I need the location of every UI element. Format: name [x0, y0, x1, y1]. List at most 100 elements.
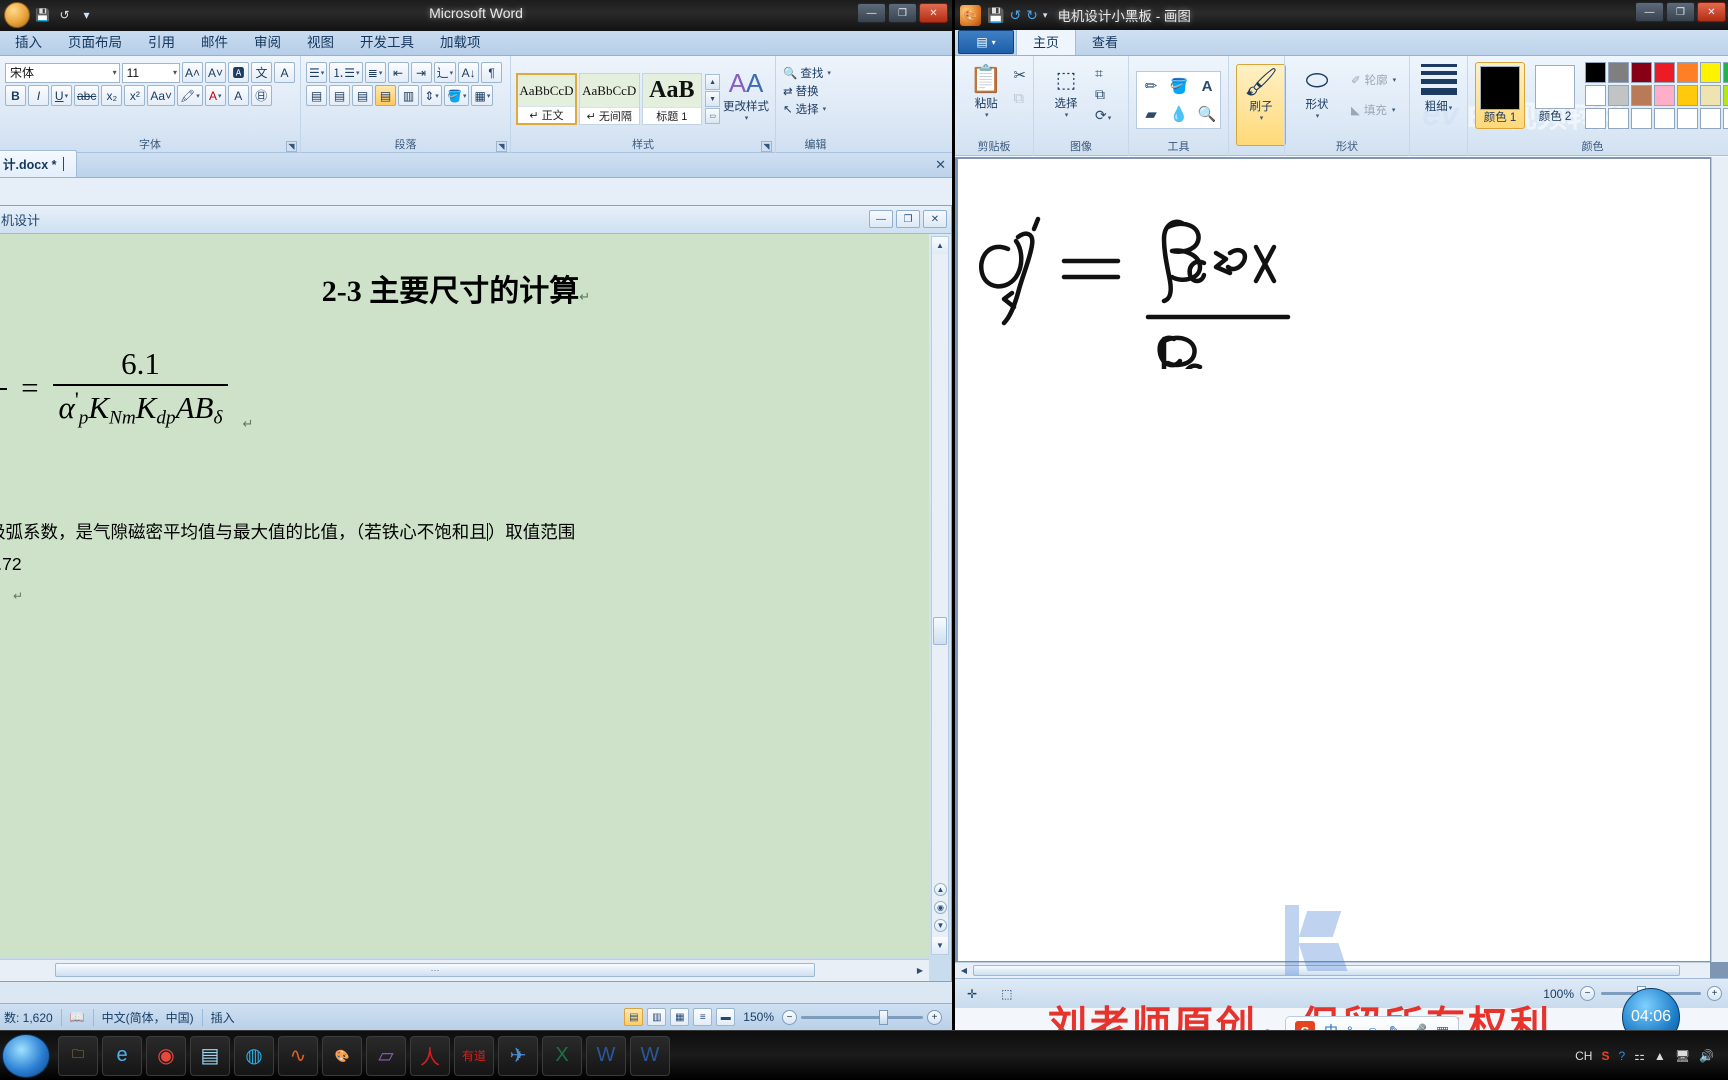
vertical-scroll-thumb[interactable]	[933, 617, 947, 645]
insert-mode-status[interactable]: 插入	[211, 1009, 235, 1026]
palette-swatch-2-4[interactable]	[1677, 108, 1698, 129]
font-size-combo[interactable]: 11 ▾	[121, 62, 180, 83]
tab-references[interactable]: 引用	[135, 28, 188, 55]
paint-canvas-area[interactable]: ◀	[955, 157, 1728, 978]
tools-grid[interactable]: ✏ 🪣 A ▰ 💧 🔍	[1136, 71, 1221, 129]
previous-page-icon[interactable]: ▲	[934, 883, 947, 896]
paste-button[interactable]: 📋 粘贴 ▾	[962, 62, 1010, 119]
paragraph-dialog-launcher[interactable]: ◥	[496, 141, 507, 152]
foxmail-icon[interactable]: ✈	[498, 1035, 538, 1076]
paint-quick-access-toolbar[interactable]: 💾 ↺ ↻ ▾	[987, 7, 1047, 24]
palette-swatch-0-2[interactable]	[1631, 62, 1652, 83]
scroll-left-icon[interactable]: ◀	[955, 963, 973, 978]
view-draft[interactable]: ▬	[716, 1008, 736, 1026]
matlab-icon[interactable]: ∿	[278, 1035, 318, 1076]
youdao-icon[interactable]: 有道	[454, 1035, 494, 1076]
taskbar-items[interactable]: 🗀 e ◉ ▤ ◍ ∿ 🎨 ▱ 人有道 ✈ X W W	[58, 1035, 670, 1076]
scroll-right-icon[interactable]: ▶	[911, 960, 929, 981]
document-paragraph[interactable]: 计算极弧系数，是气隙磁密平均值与最大值的比值，（若铁心不饱和且）取值范围 .64…	[0, 516, 783, 612]
borders-icon[interactable]: ▦ ▾	[471, 85, 494, 106]
palette-swatch-0-5[interactable]	[1700, 62, 1721, 83]
chevron-down-icon[interactable]: ▾	[1316, 112, 1320, 120]
justify-icon[interactable]: ▤	[375, 85, 396, 106]
chrome-icon[interactable]: ◉	[146, 1035, 186, 1076]
palette-swatch-2-0[interactable]	[1585, 108, 1606, 129]
close-button[interactable]: ✕	[923, 210, 947, 228]
redo-icon[interactable]: ↻	[1026, 7, 1038, 24]
style-heading-1[interactable]: AaB 标题 1	[641, 73, 703, 125]
folder-icon[interactable]: 🗀	[58, 1035, 98, 1076]
subscript-button[interactable]: x₂	[101, 85, 123, 106]
close-icon[interactable]: ✕	[935, 157, 946, 173]
palette-swatch-1-3[interactable]	[1654, 85, 1675, 106]
phonetic-guide-icon[interactable]: 🅰	[228, 62, 249, 83]
document-tab[interactable]: 计.docx *	[0, 150, 77, 177]
language-status[interactable]: 中文(简体，中国)	[102, 1009, 194, 1026]
sogou-tray-icon[interactable]: S	[1601, 1049, 1609, 1063]
chevron-down-icon[interactable]: ▾	[745, 114, 749, 122]
view-web-layout[interactable]: ▦	[670, 1008, 690, 1026]
asian-layout-icon[interactable]: ⻌ ▾	[433, 62, 457, 83]
styles-dialog-launcher[interactable]: ◥	[761, 141, 772, 152]
find-button[interactable]: 🔍 查找 ▾	[781, 64, 850, 82]
palette-swatch-1-5[interactable]	[1700, 85, 1721, 106]
expand-tray-icon[interactable]: ▲	[1654, 1049, 1666, 1063]
underline-button[interactable]: U ▾	[51, 85, 72, 106]
sort-icon[interactable]: A↓	[458, 62, 480, 83]
excel-icon[interactable]: X	[542, 1035, 582, 1076]
style-no-spacing[interactable]: AaBbCcD ↵ 无间隔	[578, 73, 640, 125]
color2-button[interactable]: 颜色 2	[1531, 62, 1579, 127]
palette-swatch-1-2[interactable]	[1631, 85, 1652, 106]
pencil-icon[interactable]: ✏	[1137, 72, 1165, 100]
change-styles-button[interactable]: AA 更改样式 ▾	[722, 65, 770, 133]
multilevel-list-icon[interactable]: ≣ ▾	[364, 62, 386, 83]
system-tray[interactable]: CH S ? ⚏ ▲ 🖥 🔊	[1575, 1049, 1728, 1063]
clear-formatting-icon[interactable]: A	[274, 62, 295, 83]
chevron-down-icon[interactable]: ▾	[1393, 76, 1397, 84]
horizontal-scroll-thumb[interactable]: ⋯	[55, 963, 815, 977]
ime-indicator[interactable]: CH	[1575, 1049, 1592, 1063]
word-icon-1[interactable]: W	[586, 1035, 626, 1076]
distribute-icon[interactable]: ▥	[398, 85, 419, 106]
document-child-controls[interactable]: — ❐ ✕	[869, 210, 947, 228]
tab-addins[interactable]: 加载项	[427, 28, 494, 55]
tab-view[interactable]: 查看	[1076, 28, 1134, 55]
word-count[interactable]: 数: 1,620	[0, 1009, 53, 1026]
decrease-indent-icon[interactable]: ⇤	[387, 62, 409, 83]
numbering-icon[interactable]: ⒈☰ ▾	[329, 62, 363, 83]
text-icon[interactable]: A	[1193, 72, 1221, 100]
start-button[interactable]	[2, 1033, 50, 1078]
app-icon[interactable]: ◍	[234, 1035, 274, 1076]
help-tray-icon[interactable]: ?	[1618, 1049, 1625, 1063]
palette-swatch-0-4[interactable]	[1677, 62, 1698, 83]
grow-font-icon[interactable]: A˄	[182, 62, 203, 83]
strikethrough-button[interactable]: abc	[74, 85, 100, 106]
select-browse-object-icon[interactable]: ◉	[934, 901, 947, 914]
font-name-combo[interactable]: 宋体 ▾	[5, 62, 120, 83]
color-palette[interactable]	[1585, 62, 1728, 129]
palette-swatch-2-5[interactable]	[1700, 108, 1721, 129]
palette-swatch-1-4[interactable]	[1677, 85, 1698, 106]
paint-window-controls[interactable]: — ❐ ✕	[1635, 2, 1726, 22]
paint-canvas[interactable]	[958, 159, 1710, 961]
chevron-down-icon[interactable]: ▾	[1260, 114, 1264, 122]
paint-ribbon-tabs[interactable]: ▤ ▾ 主页 查看	[955, 27, 1728, 56]
scroll-down-icon[interactable]: ▼	[932, 937, 948, 954]
fill-button[interactable]: ◣ 填充 ▾	[1348, 101, 1399, 119]
styles-gallery-scroll[interactable]: ▲ ▼ ▭	[705, 74, 721, 124]
palette-swatch-1-1[interactable]	[1608, 85, 1629, 106]
cut-icon[interactable]: ✂	[1013, 66, 1026, 84]
palette-swatch-2-1[interactable]	[1608, 108, 1629, 129]
close-button[interactable]: ✕	[919, 3, 948, 23]
word-ribbon-tabs[interactable]: 插入 页面布局 引用 邮件 审阅 视图 开发工具 加载项	[0, 31, 952, 56]
restore-button[interactable]: ❐	[888, 3, 917, 23]
bullets-icon[interactable]: ☰ ▾	[306, 62, 328, 83]
show-hidden-icons[interactable]: ⚏	[1634, 1049, 1645, 1063]
document-horizontal-scrollbar[interactable]: ◀ ⋯ ▶	[0, 959, 929, 981]
chevron-down-icon[interactable]: ▾	[1065, 111, 1069, 119]
document-page[interactable]: 2-3 主要尺寸的计算↵ 2lefn P' = 6.1 α'pKNmKdpABδ…	[0, 234, 929, 957]
chevron-down-icon[interactable]: ▾	[985, 111, 989, 119]
scroll-up-icon[interactable]: ▲	[932, 237, 948, 254]
document-vertical-scrollbar[interactable]: ▲ ▲ ◉ ▼ ▼	[931, 236, 949, 955]
palette-swatch-1-6[interactable]	[1723, 85, 1728, 106]
